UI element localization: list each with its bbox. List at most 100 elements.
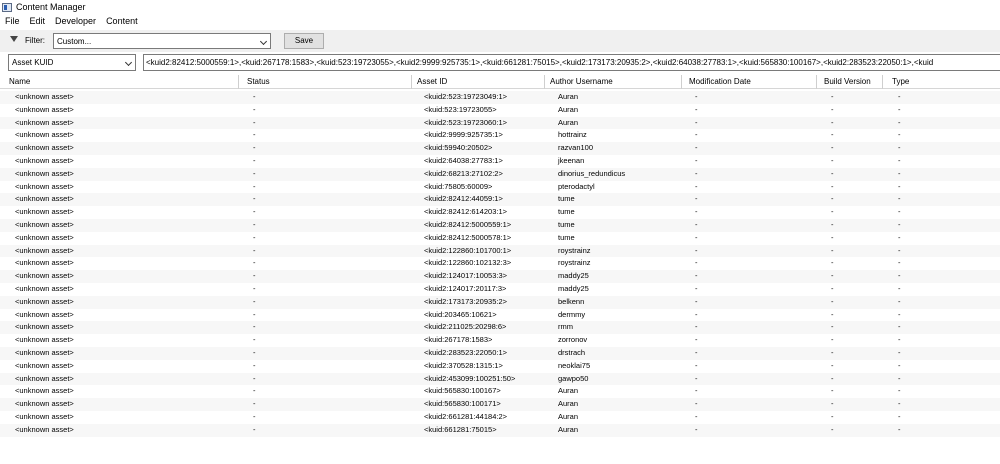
cell-name: <unknown asset> [15, 245, 74, 255]
table-row[interactable]: <unknown asset> - <kuid2:523:19723060:1> Au… [0, 116, 1000, 130]
menu-developer[interactable]: Developer [50, 14, 101, 28]
table-row[interactable]: <unknown asset> - <kuid2:124017:20117:3> ma… [0, 283, 1000, 296]
cell-status: - [253, 399, 256, 409]
cell-name: <unknown asset> [15, 168, 74, 178]
collapse-arrow-icon[interactable] [10, 36, 18, 42]
table-row[interactable]: <unknown asset> - <kuid2:661281:44184:2> Au… [0, 411, 1000, 424]
table-row[interactable]: <unknown asset> - <kuid2:211025:20298:6> rm… [0, 321, 1000, 335]
table-row[interactable]: <unknown asset> - <kuid2:82412:44059:1> tum… [0, 193, 1000, 207]
column-header-modification-date[interactable]: Modification Date [686, 75, 817, 89]
chevron-down-icon [124, 58, 133, 67]
table-row[interactable]: <unknown asset> - <kuid2:82412:5000578:1> t… [0, 232, 1000, 245]
cell-status: - [253, 104, 256, 114]
cell-type: - [898, 399, 901, 409]
cell-modification-date: - [695, 283, 698, 293]
column-header-build-version[interactable]: Build Version [821, 75, 883, 89]
table-row[interactable]: <unknown asset> - <kuid2:64038:27783:1> jke… [0, 155, 1000, 168]
filter-dropdown[interactable]: Custom... [53, 33, 271, 49]
cell-status: - [253, 347, 256, 357]
cell-author: hottrainz [558, 130, 587, 140]
cell-build-version: - [831, 117, 834, 127]
cell-asset-id: <kuid:75805:60009> [424, 181, 493, 191]
cell-type: - [898, 322, 901, 332]
column-header-author[interactable]: Author Username [547, 75, 682, 89]
cell-author: gawpo50 [558, 373, 589, 383]
table-row[interactable]: <unknown asset> - <kuid:661281:75015> Auran… [0, 423, 1000, 437]
table-row[interactable]: <unknown asset> - <kuid2:124017:10053:3> ma… [0, 270, 1000, 283]
cell-modification-date: - [695, 322, 698, 332]
cell-name: <unknown asset> [15, 181, 74, 191]
cell-build-version: - [831, 245, 834, 255]
table-row[interactable]: <unknown asset> - <kuid2:122860:101700:1> r… [0, 244, 1000, 258]
table-row[interactable]: <unknown asset> - <kuid:267178:1583> zorron… [0, 334, 1000, 347]
cell-status: - [253, 309, 256, 319]
cell-type: - [898, 271, 901, 281]
cell-status: - [253, 386, 256, 396]
cell-name: <unknown asset> [15, 283, 74, 293]
table-row[interactable]: <unknown asset> - <kuid2:173173:20935:2> be… [0, 295, 1000, 309]
cell-build-version: - [831, 347, 834, 357]
menu-edit[interactable]: Edit [25, 14, 51, 28]
table-row[interactable]: <unknown asset> - <kuid:203465:10621> dermm… [0, 309, 1000, 322]
cell-author: pterodactyl [558, 181, 595, 191]
cell-author: belkenn [558, 296, 585, 306]
cell-modification-date: - [695, 168, 698, 178]
table-row[interactable]: <unknown asset> - <kuid2:122860:102132:3> r… [0, 257, 1000, 270]
cell-asset-id: <kuid2:122860:101700:1> [424, 245, 512, 255]
cell-author: Auran [558, 386, 579, 396]
cell-asset-id: <kuid2:283523:22050:1> [424, 347, 507, 357]
cell-type: - [898, 347, 901, 357]
column-header-status[interactable]: Status [244, 75, 412, 89]
table-row[interactable]: <unknown asset> - <kuid2:453099:100251:50>… [0, 372, 1000, 386]
cell-asset-id: <kuid2:661281:44184:2> [424, 411, 507, 421]
table-row[interactable]: <unknown asset> - <kuid2:523:19723049:1> Au… [0, 91, 1000, 104]
table-row[interactable]: <unknown asset> - <kuid2:370528:1315:1> neo… [0, 360, 1000, 373]
cell-author: tume [558, 219, 575, 229]
chevron-down-icon [259, 37, 268, 46]
cell-modification-date: - [695, 347, 698, 357]
cell-asset-id: <kuid2:173173:20935:2> [424, 296, 507, 306]
cell-name: <unknown asset> [15, 143, 74, 153]
cell-modification-date: - [695, 219, 698, 229]
cell-asset-id: <kuid:565830:100167> [424, 386, 501, 396]
kuid-search-input[interactable]: <kuid2:82412:5000559:1>,<kuid:267178:158… [143, 54, 1000, 71]
table-row[interactable]: <unknown asset> - <kuid2:68213:27102:2> din… [0, 167, 1000, 181]
cell-asset-id: <kuid2:82412:5000559:1> [424, 219, 512, 229]
table-row[interactable]: <unknown asset> - <kuid:75805:60009> pterod… [0, 181, 1000, 194]
cell-author: maddy25 [558, 283, 589, 293]
cell-asset-id: <kuid:661281:75015> [424, 424, 497, 434]
cell-type: - [898, 335, 901, 345]
cell-status: - [253, 245, 256, 255]
cell-status: - [253, 296, 256, 306]
table-row[interactable]: <unknown asset> - <kuid:59940:20502> razvan… [0, 142, 1000, 155]
column-header-type[interactable]: Type [889, 75, 1000, 89]
cell-name: <unknown asset> [15, 104, 74, 114]
cell-modification-date: - [695, 373, 698, 383]
cell-asset-id: <kuid2:211025:20298:6> [424, 322, 507, 332]
column-header-name[interactable]: Name [6, 75, 239, 89]
save-button[interactable]: Save [284, 33, 324, 49]
column-header-asset-id[interactable]: Asset ID [414, 75, 545, 89]
cell-asset-id: <kuid2:68213:27102:2> [424, 168, 503, 178]
search-field-dropdown[interactable]: Asset KUID [8, 54, 136, 71]
table-row[interactable]: <unknown asset> - <kuid2:82412:614203:1> tu… [0, 206, 1000, 219]
cell-build-version: - [831, 283, 834, 293]
cell-type: - [898, 411, 901, 421]
table-row[interactable]: <unknown asset> - <kuid2:82412:5000559:1> t… [0, 218, 1000, 232]
table-row[interactable]: <unknown asset> - <kuid:523:19723055> Auran… [0, 104, 1000, 117]
table-row[interactable]: <unknown asset> - <kuid2:9999:925735:1> hot… [0, 129, 1000, 142]
menu-content[interactable]: Content [101, 14, 143, 28]
table-row[interactable]: <unknown asset> - <kuid2:283523:22050:1> dr… [0, 346, 1000, 360]
cell-name: <unknown asset> [15, 296, 74, 306]
cell-modification-date: - [695, 232, 698, 242]
cell-build-version: - [831, 207, 834, 217]
cell-author: roystrainz [558, 245, 591, 255]
cell-status: - [253, 258, 256, 268]
cell-name: <unknown asset> [15, 117, 74, 127]
menu-file[interactable]: File [0, 14, 25, 28]
cell-name: <unknown asset> [15, 271, 74, 281]
table-row[interactable]: <unknown asset> - <kuid:565830:100167> Aura… [0, 385, 1000, 398]
table-row[interactable]: <unknown asset> - <kuid:565830:100171> Aura… [0, 398, 1000, 411]
cell-name: <unknown asset> [15, 232, 74, 242]
cell-name: <unknown asset> [15, 92, 74, 101]
